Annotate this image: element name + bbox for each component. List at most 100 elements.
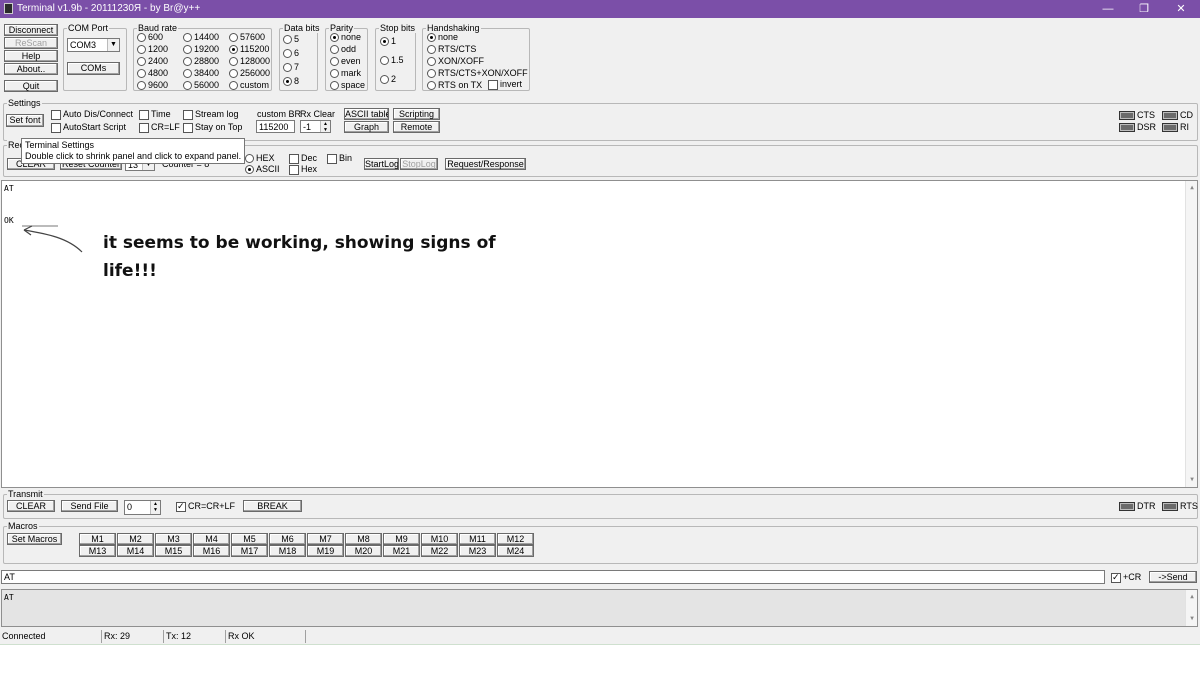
baud-radio-28800[interactable]: 28800: [183, 56, 219, 67]
baud-radio-custom[interactable]: custom: [229, 80, 269, 91]
baud-radio-14400[interactable]: 14400: [183, 32, 219, 43]
macro-m12-button[interactable]: M12: [497, 533, 534, 545]
send-button[interactable]: ->Send: [1149, 571, 1197, 583]
parity-radio-space[interactable]: space: [330, 80, 365, 91]
time-checkbox[interactable]: Time: [139, 109, 171, 120]
cr-crlf-checkbox[interactable]: CR=CR+LF: [176, 501, 235, 512]
break-button[interactable]: BREAK: [243, 500, 302, 512]
set-font-button[interactable]: Set font: [6, 114, 44, 127]
receive-terminal[interactable]: AT OK ▲ ▼: [1, 180, 1198, 488]
custom-br-input[interactable]: 115200: [256, 120, 295, 133]
hex-checkbox[interactable]: Hex: [289, 164, 317, 175]
dec-checkbox[interactable]: Dec: [289, 153, 317, 164]
parity-radio-odd[interactable]: odd: [330, 44, 356, 55]
rx-clear-spinner[interactable]: -1 ▲ ▼: [300, 120, 331, 133]
stop-bits-radio-1.5[interactable]: 1.5: [380, 55, 404, 66]
scroll-up-icon[interactable]: ▲: [1186, 183, 1197, 193]
baud-radio-57600[interactable]: 57600: [229, 32, 265, 43]
macro-m15-button[interactable]: M15: [155, 545, 192, 557]
baud-radio-1200[interactable]: 1200: [137, 44, 168, 55]
scroll-up-icon[interactable]: ▲: [1186, 592, 1197, 602]
disconnect-button[interactable]: Disconnect: [4, 24, 58, 36]
data-bits-radio-5[interactable]: 5: [283, 34, 299, 45]
receive-scrollbar[interactable]: ▲ ▼: [1185, 181, 1197, 487]
stay-on-top-checkbox[interactable]: Stay on Top: [183, 122, 242, 133]
macro-m10-button[interactable]: M10: [421, 533, 458, 545]
handshaking-radio-none[interactable]: none: [427, 32, 458, 43]
com-port-select[interactable]: COM3 ▼: [67, 38, 120, 52]
ascii-radio[interactable]: ASCII: [245, 164, 280, 175]
transmit-spinner[interactable]: 0 ▲ ▼: [124, 500, 161, 515]
scroll-down-icon[interactable]: ▼: [1186, 475, 1197, 485]
parity-radio-even[interactable]: even: [330, 56, 361, 67]
macro-m4-button[interactable]: M4: [193, 533, 230, 545]
transmit-log[interactable]: AT ▲ ▼: [1, 589, 1198, 627]
data-bits-radio-8[interactable]: 8: [283, 76, 299, 87]
macro-m21-button[interactable]: M21: [383, 545, 420, 557]
macro-m6-button[interactable]: M6: [269, 533, 306, 545]
macro-m18-button[interactable]: M18: [269, 545, 306, 557]
minimize-button[interactable]: —: [1090, 0, 1126, 18]
scroll-down-icon[interactable]: ▼: [1186, 614, 1197, 624]
about-button[interactable]: About..: [4, 63, 58, 75]
stoplog-button[interactable]: StopLog: [400, 158, 438, 170]
bin-checkbox[interactable]: Bin: [327, 153, 352, 164]
baud-radio-256000[interactable]: 256000: [229, 68, 270, 79]
autostart-script-checkbox[interactable]: AutoStart Script: [51, 122, 126, 133]
baud-radio-56000[interactable]: 56000: [183, 80, 219, 91]
baud-radio-38400[interactable]: 38400: [183, 68, 219, 79]
cr-lf-checkbox[interactable]: CR=LF: [139, 122, 180, 133]
handshaking-radio-xon-xoff[interactable]: XON/XOFF: [427, 56, 484, 67]
macro-m13-button[interactable]: M13: [79, 545, 116, 557]
baud-radio-600[interactable]: 600: [137, 32, 163, 43]
handshaking-radio-rts-cts[interactable]: RTS/CTS: [427, 44, 476, 55]
macro-m3-button[interactable]: M3: [155, 533, 192, 545]
macro-m11-button[interactable]: M11: [459, 533, 496, 545]
plus-cr-checkbox[interactable]: +CR: [1111, 572, 1141, 583]
data-bits-radio-6[interactable]: 6: [283, 48, 299, 59]
macro-m20-button[interactable]: M20: [345, 545, 382, 557]
macro-m7-button[interactable]: M7: [307, 533, 344, 545]
handshaking-radio-rts-on-tx[interactable]: RTS on TX: [427, 80, 482, 91]
remote-button[interactable]: Remote: [393, 121, 440, 133]
macro-m1-button[interactable]: M1: [79, 533, 116, 545]
auto-dis-connect-checkbox[interactable]: Auto Dis/Connect: [51, 109, 133, 120]
baud-radio-4800[interactable]: 4800: [137, 68, 168, 79]
invert-checkbox[interactable]: invert: [488, 79, 522, 90]
macro-m14-button[interactable]: M14: [117, 545, 154, 557]
macro-m24-button[interactable]: M24: [497, 545, 534, 557]
baud-radio-9600[interactable]: 9600: [137, 80, 168, 91]
stop-bits-radio-1[interactable]: 1: [380, 36, 396, 47]
baud-radio-19200[interactable]: 19200: [183, 44, 219, 55]
macro-m23-button[interactable]: M23: [459, 545, 496, 557]
rescan-button[interactable]: ReScan: [4, 37, 58, 49]
macro-m22-button[interactable]: M22: [421, 545, 458, 557]
close-button[interactable]: ✕: [1163, 0, 1199, 18]
transmit-clear-button[interactable]: CLEAR: [7, 500, 55, 512]
macro-m8-button[interactable]: M8: [345, 533, 382, 545]
set-macros-button[interactable]: Set Macros: [7, 533, 62, 545]
help-button[interactable]: Help: [4, 50, 58, 62]
macro-m16-button[interactable]: M16: [193, 545, 230, 557]
coms-button[interactable]: COMs: [67, 62, 120, 75]
scripting-button[interactable]: Scripting: [393, 108, 440, 120]
stream-log-checkbox[interactable]: Stream log: [183, 109, 239, 120]
baud-radio-115200[interactable]: 115200: [229, 44, 269, 55]
handshaking-radio-rts-cts-xon-xoff[interactable]: RTS/CTS+XON/XOFF: [427, 68, 528, 79]
ascii-table-button[interactable]: ASCII table: [344, 108, 389, 120]
stop-bits-radio-2[interactable]: 2: [380, 74, 396, 85]
hex-radio[interactable]: HEX: [245, 153, 275, 164]
quit-button[interactable]: Quit: [4, 80, 58, 92]
macro-m17-button[interactable]: M17: [231, 545, 268, 557]
restore-button[interactable]: ❐: [1126, 0, 1162, 18]
transmit-scrollbar[interactable]: ▲ ▼: [1185, 590, 1197, 626]
parity-radio-mark[interactable]: mark: [330, 68, 361, 79]
macro-m19-button[interactable]: M19: [307, 545, 344, 557]
request-response-button[interactable]: Request/Response: [445, 158, 526, 170]
startlog-button[interactable]: StartLog: [364, 158, 399, 170]
data-bits-radio-7[interactable]: 7: [283, 62, 299, 73]
send-input[interactable]: AT: [1, 570, 1105, 584]
parity-radio-none[interactable]: none: [330, 32, 361, 43]
baud-radio-2400[interactable]: 2400: [137, 56, 168, 67]
send-file-button[interactable]: Send File: [61, 500, 118, 512]
